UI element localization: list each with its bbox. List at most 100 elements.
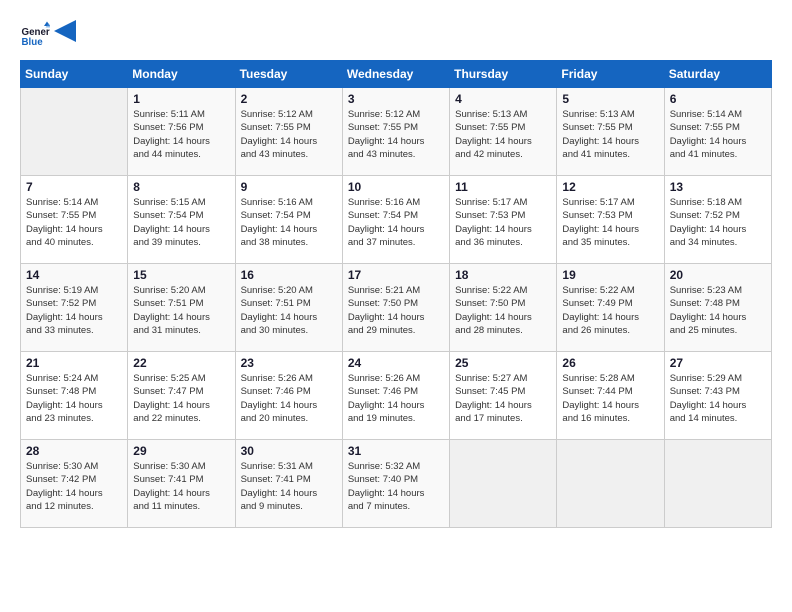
day-info: Sunrise: 5:26 AM Sunset: 7:46 PM Dayligh… [241, 372, 337, 425]
calendar-cell: 22Sunrise: 5:25 AM Sunset: 7:47 PM Dayli… [128, 352, 235, 440]
day-number: 5 [562, 92, 658, 106]
day-number: 28 [26, 444, 122, 458]
calendar-cell [450, 440, 557, 528]
calendar-cell: 10 Sunrise: 5:16 AM Sunset: 7:54 PM Dayli… [342, 176, 449, 264]
calendar-cell: 20 Sunrise: 5:23 AM Sunset: 7:48 PM Dayli… [664, 264, 771, 352]
calendar-cell: 5 Sunrise: 5:13 AM Sunset: 7:55 PM Daylig… [557, 88, 664, 176]
calendar-week-row: 28 Sunrise: 5:30 AM Sunset: 7:42 PM Dayli… [21, 440, 772, 528]
day-number: 10 [348, 180, 444, 194]
calendar-cell: 26 Sunrise: 5:28 AM Sunset: 7:44 PM Dayli… [557, 352, 664, 440]
day-number: 17 [348, 268, 444, 282]
day-info: Sunrise: 5:26 AM Sunset: 7:46 PM Dayligh… [348, 372, 444, 425]
calendar-cell: 21 Sunrise: 5:24 AM Sunset: 7:48 PM Dayli… [21, 352, 128, 440]
day-info: Sunrise: 5:18 AM Sunset: 7:52 PM Dayligh… [670, 196, 766, 249]
header-monday: Monday [128, 61, 235, 88]
day-number: 19 [562, 268, 658, 282]
day-info: Sunrise: 5:28 AM Sunset: 7:44 PM Dayligh… [562, 372, 658, 425]
calendar-cell: 12 Sunrise: 5:17 AM Sunset: 7:53 PM Dayli… [557, 176, 664, 264]
day-number: 13 [670, 180, 766, 194]
calendar-cell: 7 Sunrise: 5:14 AM Sunset: 7:55 PM Daylig… [21, 176, 128, 264]
day-info: Sunrise: 5:13 AM Sunset: 7:55 PM Dayligh… [562, 108, 658, 161]
svg-text:Blue: Blue [22, 37, 44, 48]
calendar-cell: 31Sunrise: 5:32 AM Sunset: 7:40 PM Dayli… [342, 440, 449, 528]
day-number: 30 [241, 444, 337, 458]
calendar-cell: 30 Sunrise: 5:31 AM Sunset: 7:41 PM Dayli… [235, 440, 342, 528]
day-info: Sunrise: 5:31 AM Sunset: 7:41 PM Dayligh… [241, 460, 337, 513]
page-header: General Blue [20, 20, 772, 50]
day-info: Sunrise: 5:17 AM Sunset: 7:53 PM Dayligh… [562, 196, 658, 249]
day-info: Sunrise: 5:22 AM Sunset: 7:50 PM Dayligh… [455, 284, 551, 337]
day-info: Sunrise: 5:22 AM Sunset: 7:49 PM Dayligh… [562, 284, 658, 337]
day-number: 11 [455, 180, 551, 194]
day-number: 20 [670, 268, 766, 282]
day-info: Sunrise: 5:13 AM Sunset: 7:55 PM Dayligh… [455, 108, 551, 161]
calendar-cell: 28 Sunrise: 5:30 AM Sunset: 7:42 PM Dayli… [21, 440, 128, 528]
calendar-cell: 17 Sunrise: 5:21 AM Sunset: 7:50 PM Dayli… [342, 264, 449, 352]
calendar-cell: 13 Sunrise: 5:18 AM Sunset: 7:52 PM Dayli… [664, 176, 771, 264]
calendar-week-row: 7 Sunrise: 5:14 AM Sunset: 7:55 PM Daylig… [21, 176, 772, 264]
day-info: Sunrise: 5:12 AM Sunset: 7:55 PM Dayligh… [241, 108, 337, 161]
day-number: 14 [26, 268, 122, 282]
day-info: Sunrise: 5:12 AM Sunset: 7:55 PM Dayligh… [348, 108, 444, 161]
header-sunday: Sunday [21, 61, 128, 88]
day-number: 21 [26, 356, 122, 370]
header-wednesday: Wednesday [342, 61, 449, 88]
calendar-cell: 27 Sunrise: 5:29 AM Sunset: 7:43 PM Dayli… [664, 352, 771, 440]
day-number: 27 [670, 356, 766, 370]
day-number: 26 [562, 356, 658, 370]
calendar-cell: 25 Sunrise: 5:27 AM Sunset: 7:45 PM Dayli… [450, 352, 557, 440]
calendar-cell: 23 Sunrise: 5:26 AM Sunset: 7:46 PM Dayli… [235, 352, 342, 440]
calendar-week-row: 1 Sunrise: 5:11 AM Sunset: 7:56 PM Daylig… [21, 88, 772, 176]
calendar-cell: 16Sunrise: 5:20 AM Sunset: 7:51 PM Dayli… [235, 264, 342, 352]
day-number: 12 [562, 180, 658, 194]
calendar-cell: 9 Sunrise: 5:16 AM Sunset: 7:54 PM Daylig… [235, 176, 342, 264]
day-number: 6 [670, 92, 766, 106]
calendar-cell: 18Sunrise: 5:22 AM Sunset: 7:50 PM Dayli… [450, 264, 557, 352]
day-number: 24 [348, 356, 444, 370]
day-number: 29 [133, 444, 229, 458]
day-info: Sunrise: 5:27 AM Sunset: 7:45 PM Dayligh… [455, 372, 551, 425]
calendar-cell: 19 Sunrise: 5:22 AM Sunset: 7:49 PM Dayli… [557, 264, 664, 352]
calendar-cell [664, 440, 771, 528]
day-number: 7 [26, 180, 122, 194]
day-info: Sunrise: 5:17 AM Sunset: 7:53 PM Dayligh… [455, 196, 551, 249]
day-info: Sunrise: 5:16 AM Sunset: 7:54 PM Dayligh… [241, 196, 337, 249]
day-info: Sunrise: 5:11 AM Sunset: 7:56 PM Dayligh… [133, 108, 229, 161]
day-number: 31 [348, 444, 444, 458]
day-info: Sunrise: 5:24 AM Sunset: 7:48 PM Dayligh… [26, 372, 122, 425]
logo-arrow-icon [54, 20, 76, 42]
day-info: Sunrise: 5:14 AM Sunset: 7:55 PM Dayligh… [26, 196, 122, 249]
header-saturday: Saturday [664, 61, 771, 88]
day-number: 3 [348, 92, 444, 106]
calendar-cell: 6 Sunrise: 5:14 AM Sunset: 7:55 PM Daylig… [664, 88, 771, 176]
calendar-week-row: 14 Sunrise: 5:19 AM Sunset: 7:52 PM Dayli… [21, 264, 772, 352]
header-friday: Friday [557, 61, 664, 88]
calendar-cell [21, 88, 128, 176]
header-thursday: Thursday [450, 61, 557, 88]
calendar-cell: 29Sunrise: 5:30 AM Sunset: 7:41 PM Dayli… [128, 440, 235, 528]
calendar-cell: 11 Sunrise: 5:17 AM Sunset: 7:53 PM Dayli… [450, 176, 557, 264]
day-number: 9 [241, 180, 337, 194]
day-number: 2 [241, 92, 337, 106]
day-number: 25 [455, 356, 551, 370]
day-number: 16 [241, 268, 337, 282]
day-number: 23 [241, 356, 337, 370]
day-info: Sunrise: 5:16 AM Sunset: 7:54 PM Dayligh… [348, 196, 444, 249]
day-number: 15 [133, 268, 229, 282]
day-info: Sunrise: 5:19 AM Sunset: 7:52 PM Dayligh… [26, 284, 122, 337]
day-info: Sunrise: 5:21 AM Sunset: 7:50 PM Dayligh… [348, 284, 444, 337]
calendar-cell: 1 Sunrise: 5:11 AM Sunset: 7:56 PM Daylig… [128, 88, 235, 176]
day-info: Sunrise: 5:30 AM Sunset: 7:42 PM Dayligh… [26, 460, 122, 513]
day-info: Sunrise: 5:20 AM Sunset: 7:51 PM Dayligh… [133, 284, 229, 337]
day-info: Sunrise: 5:29 AM Sunset: 7:43 PM Dayligh… [670, 372, 766, 425]
calendar-cell: 8Sunrise: 5:15 AM Sunset: 7:54 PM Daylig… [128, 176, 235, 264]
calendar-cell: 3 Sunrise: 5:12 AM Sunset: 7:55 PM Daylig… [342, 88, 449, 176]
day-info: Sunrise: 5:14 AM Sunset: 7:55 PM Dayligh… [670, 108, 766, 161]
calendar-cell: 2 Sunrise: 5:12 AM Sunset: 7:55 PM Daylig… [235, 88, 342, 176]
calendar-cell: 4Sunrise: 5:13 AM Sunset: 7:55 PM Daylig… [450, 88, 557, 176]
day-info: Sunrise: 5:23 AM Sunset: 7:48 PM Dayligh… [670, 284, 766, 337]
day-number: 1 [133, 92, 229, 106]
day-info: Sunrise: 5:25 AM Sunset: 7:47 PM Dayligh… [133, 372, 229, 425]
header-tuesday: Tuesday [235, 61, 342, 88]
calendar-header-row: SundayMondayTuesdayWednesdayThursdayFrid… [21, 61, 772, 88]
